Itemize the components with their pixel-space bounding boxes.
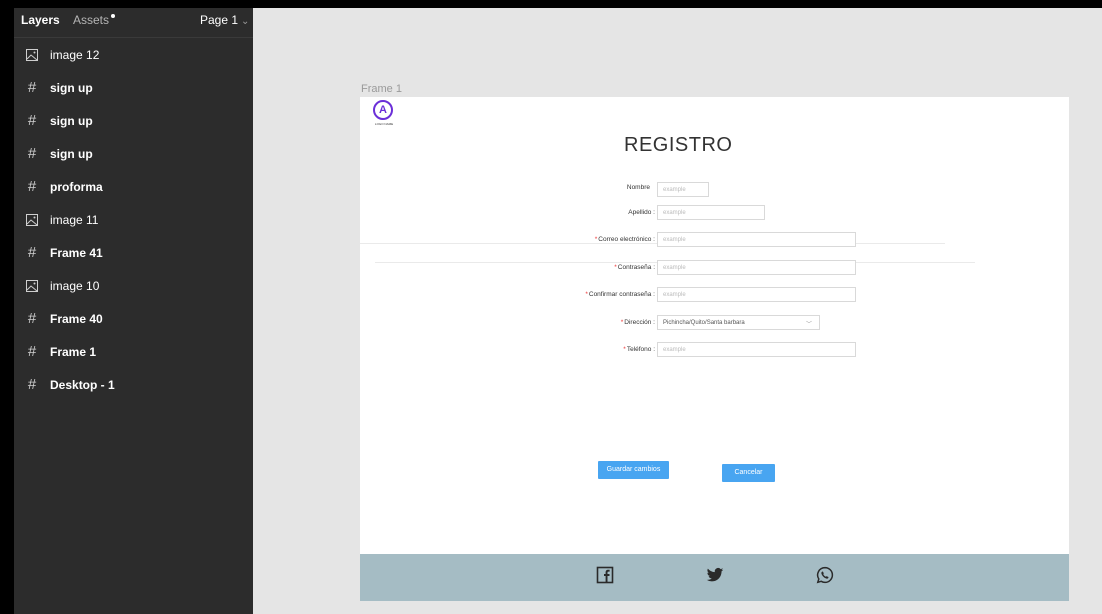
layers-panel-header: Layers Assets Page 1 ⌄ — [14, 8, 253, 38]
logo: A LOGO NAME — [367, 97, 401, 133]
layer-label: Desktop - 1 — [50, 377, 115, 392]
apellido-input[interactable]: example — [657, 205, 765, 220]
frame-icon: # — [27, 178, 37, 195]
page-select-label: Page 1 — [200, 13, 239, 27]
layer-item[interactable]: image 10 — [14, 269, 253, 302]
frame-label[interactable]: Frame 1 — [361, 83, 402, 95]
required-mark: * — [614, 264, 617, 271]
field-label: Apellido : — [628, 209, 655, 216]
layer-label: image 12 — [50, 47, 100, 62]
field-label-text: Teléfono : — [626, 346, 655, 353]
layer-label: sign up — [50, 80, 93, 95]
layer-item[interactable]: # Desktop - 1 — [14, 368, 253, 401]
required-mark: * — [620, 319, 624, 326]
confirm-password-field[interactable]: example — [657, 287, 856, 302]
page-select[interactable]: Page 1 ⌄ — [200, 13, 249, 27]
frame-icon: # — [27, 376, 37, 393]
layer-label: sign up — [50, 146, 93, 161]
chevron-down-icon: ⌄ — [241, 16, 250, 27]
layer-item[interactable]: # sign up — [14, 71, 253, 104]
save-button[interactable]: Guardar cambios — [598, 461, 669, 479]
layer-item[interactable]: image 12 — [14, 38, 253, 71]
phone-field[interactable]: example — [657, 342, 856, 357]
frame-icon: # — [27, 112, 37, 129]
page-title: REGISTRO — [624, 134, 733, 156]
field-label: *Teléfono : — [623, 346, 655, 353]
layer-label: Frame 1 — [50, 344, 97, 359]
layer-label: Frame 40 — [50, 311, 103, 326]
frame-icon: # — [27, 310, 37, 327]
image-icon — [24, 47, 40, 63]
layer-item[interactable]: # sign up — [14, 104, 253, 137]
logo-mark: A — [373, 100, 393, 120]
layer-label: sign up — [50, 113, 93, 128]
assets-notification-dot — [111, 14, 116, 18]
required-mark: * — [585, 291, 588, 298]
field-label: Nombre — [627, 184, 650, 191]
tab-assets[interactable]: Assets — [73, 13, 116, 27]
field-label: *Contraseña : — [614, 264, 655, 271]
required-mark: * — [594, 236, 598, 243]
nombre-input[interactable]: example — [657, 182, 709, 197]
field-row-confirmar: *Confirmar contraseña : — [560, 289, 655, 305]
layer-label: Frame 41 — [50, 245, 103, 260]
footer — [360, 554, 1069, 601]
field-label: *Correo electrónico : — [595, 236, 655, 243]
frame-icon: # — [27, 244, 37, 261]
image-icon — [24, 212, 40, 228]
logo-text: LOGO NAME — [374, 122, 394, 126]
facebook-icon[interactable] — [596, 566, 614, 584]
field-row-direccion: *Dirección : — [560, 317, 655, 333]
layer-item[interactable]: # Frame 1 — [14, 335, 253, 368]
image-icon — [24, 278, 40, 294]
tab-layers[interactable]: Layers — [21, 13, 60, 27]
whatsapp-icon[interactable] — [816, 566, 834, 584]
layer-item[interactable]: # Frame 40 — [14, 302, 253, 335]
frame-1[interactable]: A LOGO NAME REGISTRO Nombre example Apel… — [360, 97, 1069, 601]
layer-item[interactable]: # Frame 41 — [14, 236, 253, 269]
email-field[interactable]: example — [657, 232, 856, 247]
twitter-icon[interactable] — [706, 566, 724, 584]
field-label-text: Apellido : — [628, 209, 655, 216]
layer-item[interactable]: # proforma — [14, 170, 253, 203]
tab-assets-label: Assets — [73, 13, 110, 27]
field-label-text: Correo electrónico : — [598, 236, 655, 243]
layer-label: image 11 — [50, 212, 99, 227]
design-canvas[interactable]: Frame 1 A LOGO NAME REGISTRO Nombre exam… — [253, 8, 1102, 614]
address-select-value: Pichincha/Quito/Santa barbara — [663, 320, 745, 326]
frame-icon: # — [27, 343, 37, 360]
field-label-text: Dirección : — [624, 319, 655, 326]
field-label-text: Contraseña : — [617, 264, 655, 271]
layer-item[interactable]: image 11 — [14, 203, 253, 236]
field-label: *Dirección : — [621, 319, 655, 326]
cancel-button[interactable]: Cancelar — [722, 464, 775, 482]
field-row-contrasena: *Contraseña : — [560, 262, 655, 278]
layer-item[interactable]: # sign up — [14, 137, 253, 170]
required-mark: * — [623, 346, 626, 353]
field-row-correo: *Correo electrónico : — [560, 234, 655, 250]
field-row-nombre: Nombre — [560, 182, 650, 198]
frame-icon: # — [27, 79, 37, 96]
field-label-text: Confirmar contraseña : — [588, 291, 655, 298]
frame-icon: # — [27, 145, 37, 162]
layer-label: proforma — [50, 179, 103, 194]
password-field[interactable]: example — [657, 260, 856, 275]
layer-label: image 10 — [50, 278, 100, 293]
field-row-telefono: *Teléfono : — [560, 344, 655, 360]
chevron-down-icon: ﹀ — [805, 322, 812, 328]
field-label-text: Nombre — [626, 184, 650, 191]
layers-panel: Layers Assets Page 1 ⌄ image 12 # sign up… — [14, 8, 253, 614]
field-row-apellido: Apellido : — [560, 207, 655, 223]
address-select[interactable]: Pichincha/Quito/Santa barbara ﹀ — [657, 315, 820, 330]
field-label: *Confirmar contraseña : — [585, 291, 655, 298]
